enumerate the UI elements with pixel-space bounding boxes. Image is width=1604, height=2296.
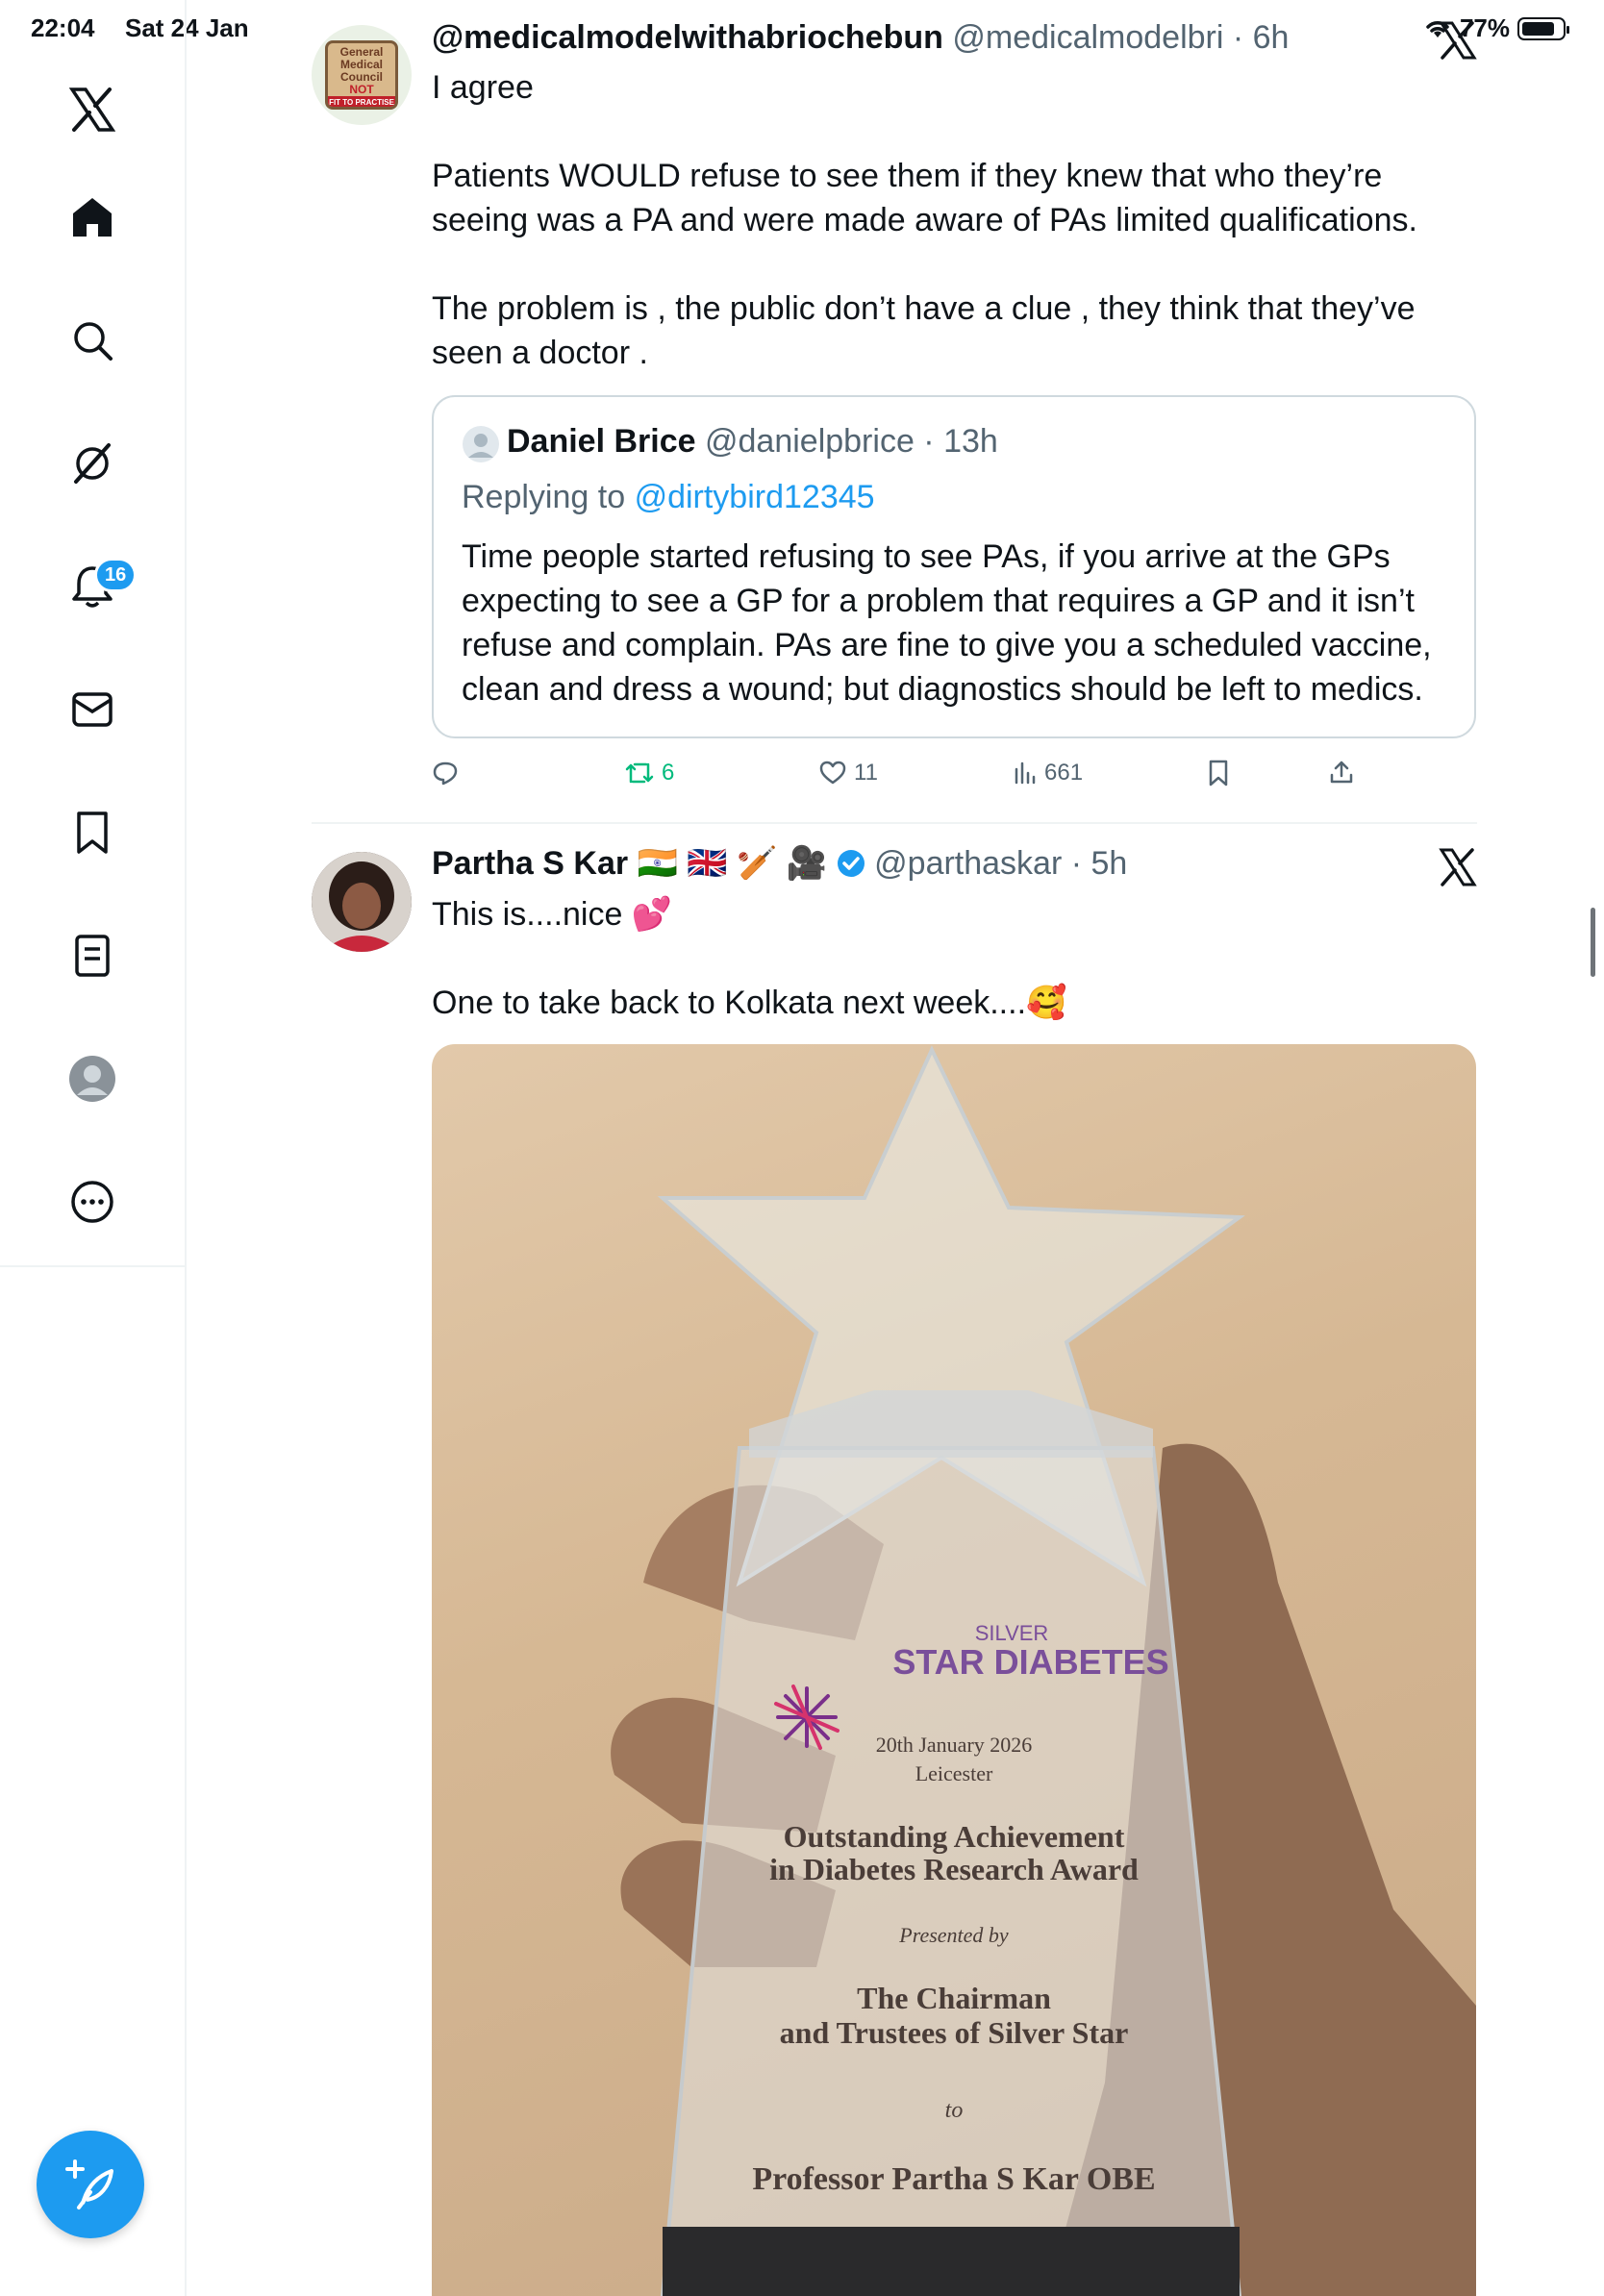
tweet2-text: This is....nice 💕 One to take back to Ko…: [432, 892, 1476, 1025]
trophy-place: Leicester: [915, 1761, 993, 1785]
share-icon: [1330, 761, 1353, 784]
tweet2-text-line1: This is....nice 💕: [432, 896, 673, 933]
profile-avatar-icon[interactable]: [63, 1050, 121, 1108]
heart-icon: [819, 761, 846, 785]
trophy-recipient: Professor Partha S Kar OBE: [752, 2161, 1156, 2197]
tweet1-avatar[interactable]: General Medical Council NOT FIT TO PRACT…: [312, 25, 412, 125]
tweet1-display-name[interactable]: @medicalmodelwithabriochebun: [432, 19, 943, 56]
search-icon[interactable]: [63, 312, 121, 369]
bookmarks-icon[interactable]: [63, 804, 121, 861]
bookmark-icon: [1209, 760, 1228, 786]
quote-avatar: [462, 425, 500, 463]
tweet1-grok-icon[interactable]: [1439, 21, 1477, 64]
sidebar-divider: [0, 1265, 185, 1267]
tweet2-photo[interactable]: SILVER STAR DIABETES 20th January 2026 L…: [432, 1044, 1476, 2296]
trophy-chairman-line2: and Trustees of Silver Star: [779, 2015, 1129, 2050]
like-count: 11: [854, 760, 878, 786]
reply-icon: [433, 761, 458, 786]
tweet1-text-para3: The problem is , the public don’t have a…: [432, 290, 1416, 371]
tweet2-time[interactable]: 5h: [1091, 845, 1128, 882]
views-count: 661: [1044, 760, 1084, 786]
tweet1-text-line1: I agree: [432, 69, 534, 106]
trophy-award-line2: in Diabetes Research Award: [769, 1852, 1139, 1886]
quote-replying-label: Replying to: [462, 479, 626, 515]
avatar-text-5: FIT TO PRACTISE: [328, 96, 395, 107]
lists-icon[interactable]: [63, 927, 121, 985]
notifications-badge: 16: [94, 558, 138, 592]
tweet2-name-emojis: 🇮🇳 🇬🇧 🏏 🎥: [637, 845, 828, 882]
tweet1-time[interactable]: 6h: [1253, 19, 1290, 56]
quote-replying: Replying to @dirtybird12345: [462, 479, 875, 516]
trophy-date: 20th January 2026: [875, 1733, 1033, 1757]
tweet2-header: Partha S Kar 🇮🇳 🇬🇧 🏏 🎥 @parthaskar · 5h: [432, 845, 1128, 882]
reply-button[interactable]: [432, 760, 466, 786]
trophy-award-line1: Outstanding Achievement: [783, 1819, 1125, 1854]
trophy-chairman-line1: The Chairman: [857, 1981, 1051, 2015]
tweet2-text-line2: One to take back to Kolkata next week...…: [432, 985, 1067, 1021]
trophy-brand-main: STAR DIABETES: [892, 1642, 1169, 1682]
x-logo-icon[interactable]: [63, 81, 121, 138]
compose-feather-icon: [65, 2159, 113, 2209]
views-chart-icon: [1015, 761, 1036, 785]
quote-header: Daniel Brice @danielpbrice · 13h: [507, 423, 998, 460]
messages-icon[interactable]: [63, 681, 121, 738]
like-button[interactable]: 11: [819, 760, 878, 786]
quote-handle: @danielpbrice: [704, 423, 915, 460]
tweet1-text: I agree Patients WOULD refuse to see the…: [432, 65, 1476, 375]
trophy-to: to: [944, 2098, 964, 2123]
retweet-count: 6: [662, 760, 675, 786]
share-button[interactable]: [1329, 760, 1354, 785]
quote-text: Time people started refusing to see PAs,…: [462, 538, 1432, 708]
quote-replying-to-link[interactable]: @dirtybird12345: [635, 479, 875, 515]
tweet-divider: [312, 822, 1477, 824]
quote-time: 13h: [943, 423, 998, 460]
trophy-presented-by: Presented by: [899, 1923, 1009, 1947]
battery-icon: [1517, 16, 1569, 40]
retweet-icon: [625, 762, 654, 784]
scrollbar-thumb[interactable]: [1591, 908, 1595, 977]
grok-icon[interactable]: [63, 435, 121, 492]
tweet2-grok-icon[interactable]: [1439, 848, 1477, 891]
tweet2-display-name[interactable]: Partha S Kar: [432, 845, 628, 882]
tweet1-handle[interactable]: @medicalmodelbri: [952, 19, 1223, 56]
tweet2-handle[interactable]: @parthaskar: [874, 845, 1062, 882]
more-options-icon[interactable]: [63, 1173, 121, 1231]
bookmark-button[interactable]: [1208, 760, 1229, 786]
tweet1-text-para2: Patients WOULD refuse to see them if the…: [432, 158, 1417, 238]
retweet-button[interactable]: 6: [625, 760, 674, 786]
quote-display-name: Daniel Brice: [507, 423, 696, 460]
avatar-text-4: NOT: [349, 83, 374, 96]
home-icon[interactable]: [63, 188, 121, 246]
views-button[interactable]: 661: [1014, 760, 1083, 786]
compose-post-button[interactable]: [37, 2131, 144, 2238]
tweet2-avatar[interactable]: [312, 852, 412, 952]
tweet1-header: @medicalmodelwithabriochebun @medicalmod…: [432, 19, 1290, 56]
verified-badge-icon: [837, 850, 865, 877]
